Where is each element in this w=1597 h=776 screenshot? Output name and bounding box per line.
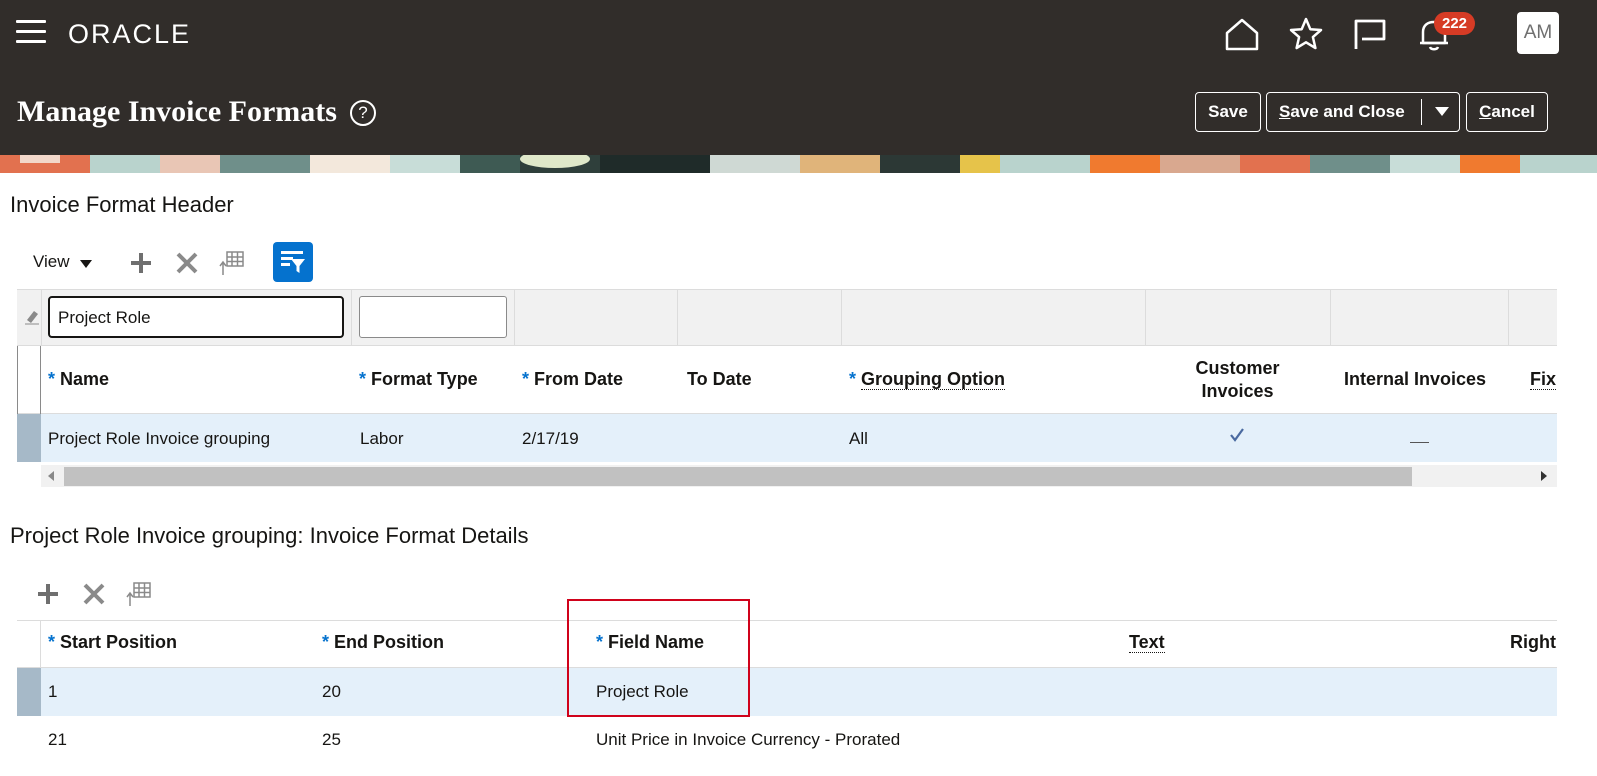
user-avatar[interactable]: AM	[1517, 12, 1559, 54]
column-divider	[677, 289, 678, 346]
cell-end-position: 25	[322, 730, 341, 749]
x-icon[interactable]	[80, 580, 108, 608]
view-menu-caret-icon[interactable]	[80, 260, 92, 268]
oracle-logo[interactable]: ORACLE	[68, 19, 191, 50]
column-divider	[841, 289, 842, 346]
clear-filter-icon[interactable]	[24, 309, 40, 325]
cell-from-date: 2/17/19	[522, 429, 579, 448]
column-divider	[1330, 289, 1331, 346]
name-filter-input[interactable]: Project Role	[48, 296, 344, 338]
column-header-grouping-option[interactable]: * Grouping Option	[849, 369, 1005, 390]
column-header-internal-invoices[interactable]: Internal Invoices	[1344, 369, 1486, 390]
column-divider	[1145, 289, 1146, 346]
save-and-close-label: Save and Close	[1279, 102, 1405, 121]
cell-field-name: Unit Price in Invoice Currency - Prorate…	[596, 730, 901, 749]
x-icon[interactable]	[173, 249, 201, 277]
format-type-filter-input[interactable]	[359, 296, 507, 338]
table-row[interactable]	[41, 668, 1557, 716]
invoice-format-header-title: Invoice Format Header	[10, 192, 234, 217]
column-header-row	[17, 346, 1557, 414]
column-header-start-position[interactable]: * Start Position	[48, 632, 177, 653]
unchecked-indicator	[1410, 442, 1429, 443]
column-header-fix[interactable]: Fix	[1530, 369, 1557, 390]
save-options-dropdown-icon[interactable]	[1435, 107, 1449, 116]
check-icon	[1230, 428, 1244, 442]
row-selector[interactable]	[17, 668, 41, 716]
column-header-name[interactable]: * Name	[48, 369, 109, 390]
column-header-format-type[interactable]: * Format Type	[359, 369, 478, 390]
freeze-columns-icon[interactable]	[126, 580, 154, 608]
column-divider	[41, 289, 42, 346]
star-icon[interactable]	[1288, 16, 1324, 52]
column-divider	[1508, 289, 1509, 346]
column-header-from-date[interactable]: * From Date	[522, 369, 623, 390]
column-header-to-date[interactable]: To Date	[687, 369, 752, 390]
plus-icon[interactable]	[127, 249, 155, 277]
button-divider	[1421, 99, 1422, 125]
save-button[interactable]: Save	[1195, 92, 1261, 132]
save-and-close-button[interactable]: Save and Close	[1266, 92, 1460, 132]
cell-start-position: 21	[48, 730, 67, 749]
cell-name: Project Role Invoice grouping	[48, 429, 271, 448]
column-header-end-position[interactable]: * End Position	[322, 632, 444, 653]
query-by-example-button[interactable]	[273, 242, 313, 282]
column-divider	[514, 289, 515, 346]
view-menu[interactable]: View	[33, 252, 70, 272]
freeze-columns-icon[interactable]	[219, 249, 247, 277]
column-header-customer-invoices[interactable]: Customer Invoices	[1160, 357, 1315, 403]
flag-icon[interactable]	[1352, 16, 1388, 52]
column-divider	[351, 289, 352, 346]
scrollbar-thumb[interactable]	[64, 467, 1412, 486]
column-divider	[40, 620, 41, 668]
scroll-right-icon[interactable]	[1541, 471, 1547, 481]
scroll-left-icon[interactable]	[48, 471, 54, 481]
row-selector[interactable]	[17, 414, 41, 462]
cell-start-position: 1	[48, 682, 58, 701]
home-icon[interactable]	[1224, 16, 1260, 52]
column-header-right[interactable]: Right	[1510, 632, 1556, 653]
cell-format-type: Labor	[360, 429, 404, 448]
cell-end-position: 20	[322, 682, 341, 701]
column-divider	[17, 346, 18, 414]
column-divider	[40, 346, 41, 414]
field-name-highlight-box	[567, 599, 750, 717]
plus-icon[interactable]	[34, 580, 62, 608]
global-header: ORACLE 222 AM Manage Invoice Formats ? S…	[0, 0, 1597, 155]
help-icon[interactable]: ?	[350, 100, 376, 126]
details-column-header-row	[17, 620, 1557, 668]
decorative-banner	[0, 155, 1597, 173]
page-title: Manage Invoice Formats	[17, 95, 337, 128]
hamburger-menu-icon[interactable]	[16, 20, 46, 46]
notification-count-badge[interactable]: 222	[1434, 12, 1476, 35]
cancel-button[interactable]: Cancel	[1466, 92, 1548, 132]
column-header-text[interactable]: Text	[1129, 632, 1165, 653]
query-by-example-icon	[281, 251, 305, 273]
invoice-format-details-title: Project Role Invoice grouping: Invoice F…	[10, 523, 529, 548]
cell-grouping-option: All	[849, 429, 868, 448]
